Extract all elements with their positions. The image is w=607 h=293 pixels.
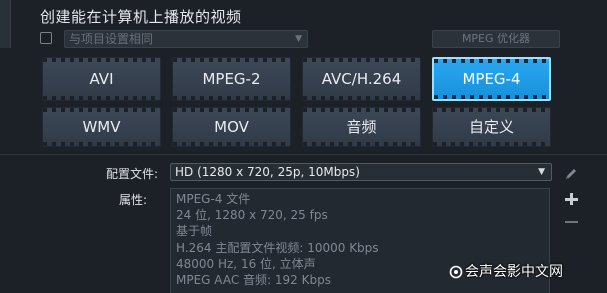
watermark-text: 会声会影中文网 <box>465 264 563 280</box>
video-export-panel: 创建能在计算机上播放的视频 与项目设置相同 ▼ MPEG 优化器 AVI MPE… <box>0 0 607 293</box>
property-line: 基于帧 <box>176 224 213 239</box>
profile-label: 配置文件: <box>105 167 158 181</box>
panel-title: 创建能在计算机上播放的视频 <box>40 8 242 26</box>
profile-dropdown[interactable]: HD (1280 x 720, 25p, 10Mbps) ▼ <box>170 163 552 181</box>
compat-dropdown-value: 与项目设置相同 <box>69 32 154 46</box>
property-line: MPEG-4 文件 <box>176 192 251 206</box>
chevron-down-icon: ▼ <box>295 34 302 44</box>
plus-icon[interactable] <box>563 191 579 207</box>
options-row: 与项目设置相同 ▼ MPEG 优化器 <box>40 30 560 48</box>
left-panel-edge <box>0 0 11 48</box>
format-button-mpeg4[interactable]: MPEG-4 <box>432 57 551 101</box>
minus-icon[interactable] <box>563 214 579 230</box>
format-button-wmv[interactable]: WMV <box>42 107 161 147</box>
format-button-mpeg2[interactable]: MPEG-2 <box>172 57 291 101</box>
format-button-custom[interactable]: 自定义 <box>432 107 551 147</box>
format-button-avc-h264[interactable]: AVC/H.264 <box>302 57 421 101</box>
property-line: 24 位, 1280 x 720, 25 fps <box>176 208 328 223</box>
property-line: H.264 主配置文件视频: 10000 Kbps <box>176 240 379 255</box>
format-button-mov[interactable]: MOV <box>172 107 291 147</box>
chevron-down-icon: ▼ <box>538 167 545 177</box>
compat-checkbox[interactable] <box>40 32 52 44</box>
divider <box>0 154 607 155</box>
watermark: 会声会影中文网 <box>449 262 563 282</box>
pencil-icon[interactable] <box>563 166 579 182</box>
mpeg-optimizer-button[interactable]: MPEG 优化器 <box>432 30 560 48</box>
watermark-logo-icon <box>449 265 463 279</box>
compat-dropdown[interactable]: 与项目设置相同 ▼ <box>64 30 308 48</box>
profile-dropdown-value: HD (1280 x 720, 25p, 10Mbps) <box>175 165 360 179</box>
properties-label: 属性: <box>118 193 147 207</box>
format-button-avi[interactable]: AVI <box>42 57 161 101</box>
format-button-audio[interactable]: 音频 <box>302 107 421 147</box>
